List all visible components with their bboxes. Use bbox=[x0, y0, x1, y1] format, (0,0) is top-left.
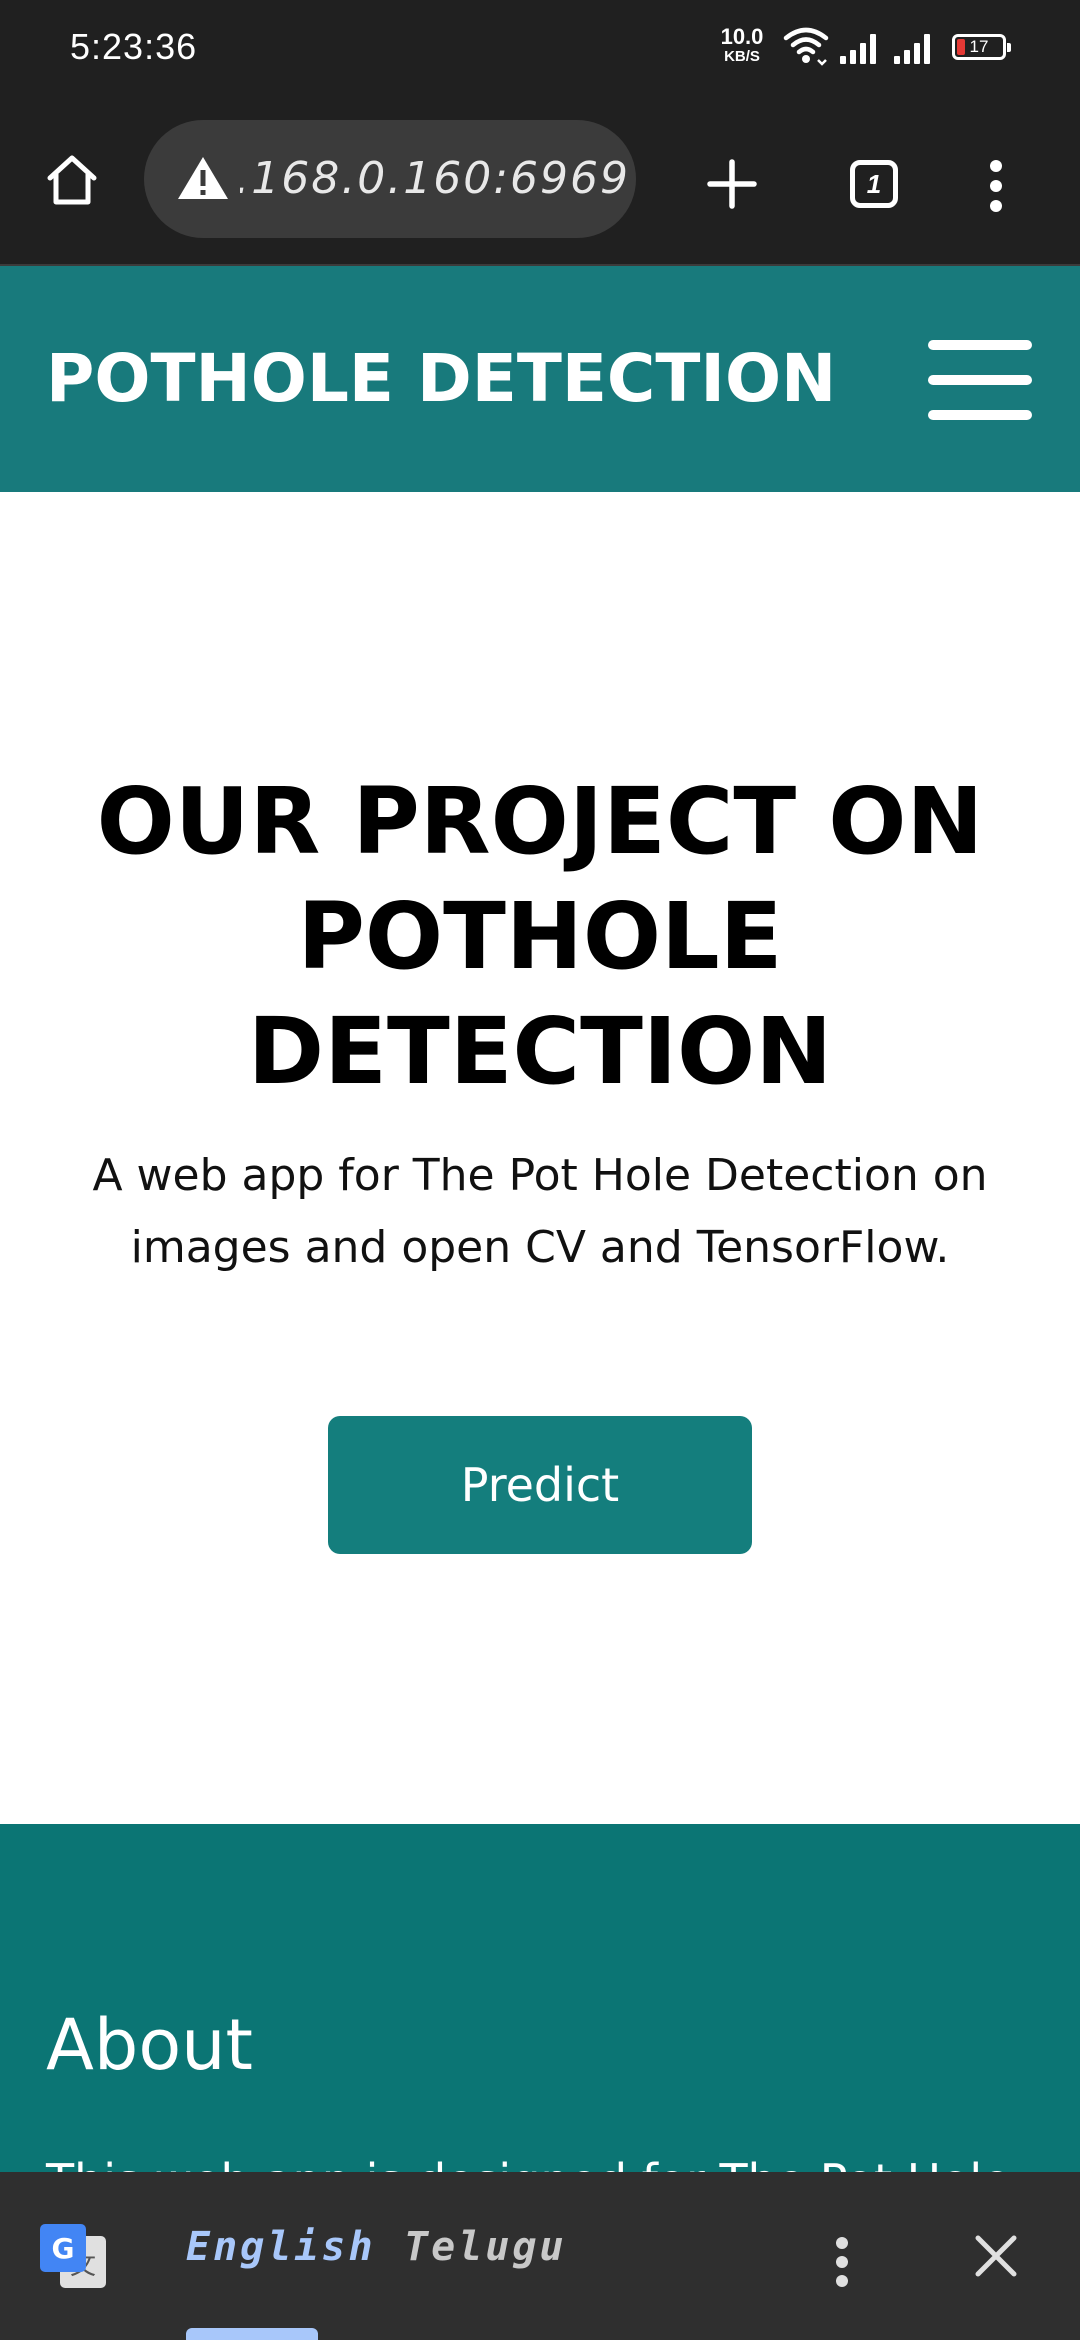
translate-bar: 文 G English Telugu bbox=[0, 2172, 1080, 2340]
address-bar[interactable]: 192.168.0.160:6969 bbox=[144, 120, 636, 238]
google-translate-icon: 文 G bbox=[40, 2224, 106, 2288]
battery-icon: 17 bbox=[952, 34, 1011, 60]
more-icon bbox=[836, 2237, 848, 2287]
translate-more-button[interactable] bbox=[822, 2222, 862, 2302]
svg-text:G: G bbox=[52, 2232, 75, 2265]
selected-language-indicator bbox=[186, 2328, 318, 2340]
hamburger-line bbox=[928, 410, 1032, 420]
browser-toolbar: 192.168.0.160:6969 1 bbox=[0, 96, 1080, 266]
close-icon bbox=[975, 2235, 1017, 2277]
warning-icon[interactable] bbox=[176, 154, 230, 202]
network-speed-unit: KB/S bbox=[724, 48, 760, 65]
url-text[interactable]: 192.168.0.160:6969 bbox=[240, 120, 630, 238]
battery-level: 17 bbox=[969, 37, 989, 56]
status-bar: 5:23:36 10.0 KB/S 17 bbox=[0, 0, 1080, 96]
signal-icon-1 bbox=[840, 34, 876, 64]
hero-subtitle: A web app for The Pot Hole Detection on … bbox=[92, 1150, 988, 1273]
hamburger-menu-icon[interactable] bbox=[928, 340, 1032, 420]
language-tab-english[interactable]: English bbox=[186, 2224, 376, 2270]
language-tab-telugu[interactable]: Telugu bbox=[404, 2224, 567, 2270]
new-tab-icon bbox=[707, 159, 757, 209]
status-time: 5:23:36 bbox=[70, 26, 198, 67]
network-speed: 10.0 KB/S bbox=[712, 24, 772, 65]
tab-switcher-icon[interactable]: 1 bbox=[850, 160, 898, 208]
home-icon bbox=[47, 155, 97, 205]
home-button[interactable] bbox=[34, 142, 110, 218]
site-title[interactable]: POTHOLE DETECTION bbox=[46, 266, 836, 492]
wifi-icon bbox=[783, 27, 829, 66]
hamburger-line bbox=[928, 340, 1032, 350]
site-navbar: POTHOLE DETECTION bbox=[0, 266, 1080, 492]
new-tab-button[interactable] bbox=[698, 150, 766, 218]
translate-close-button[interactable] bbox=[966, 2226, 1026, 2286]
network-speed-value: 10.0 bbox=[720, 24, 764, 49]
signal-icon-2 bbox=[894, 34, 930, 64]
hero-title: OUR PROJECT ON POTHOLE DETECTION bbox=[96, 768, 984, 1105]
hamburger-line bbox=[928, 375, 1032, 385]
predict-button[interactable]: Predict bbox=[328, 1416, 752, 1554]
more-icon bbox=[990, 160, 1002, 212]
about-title: About bbox=[46, 2004, 253, 2086]
more-menu-button[interactable] bbox=[976, 146, 1016, 226]
